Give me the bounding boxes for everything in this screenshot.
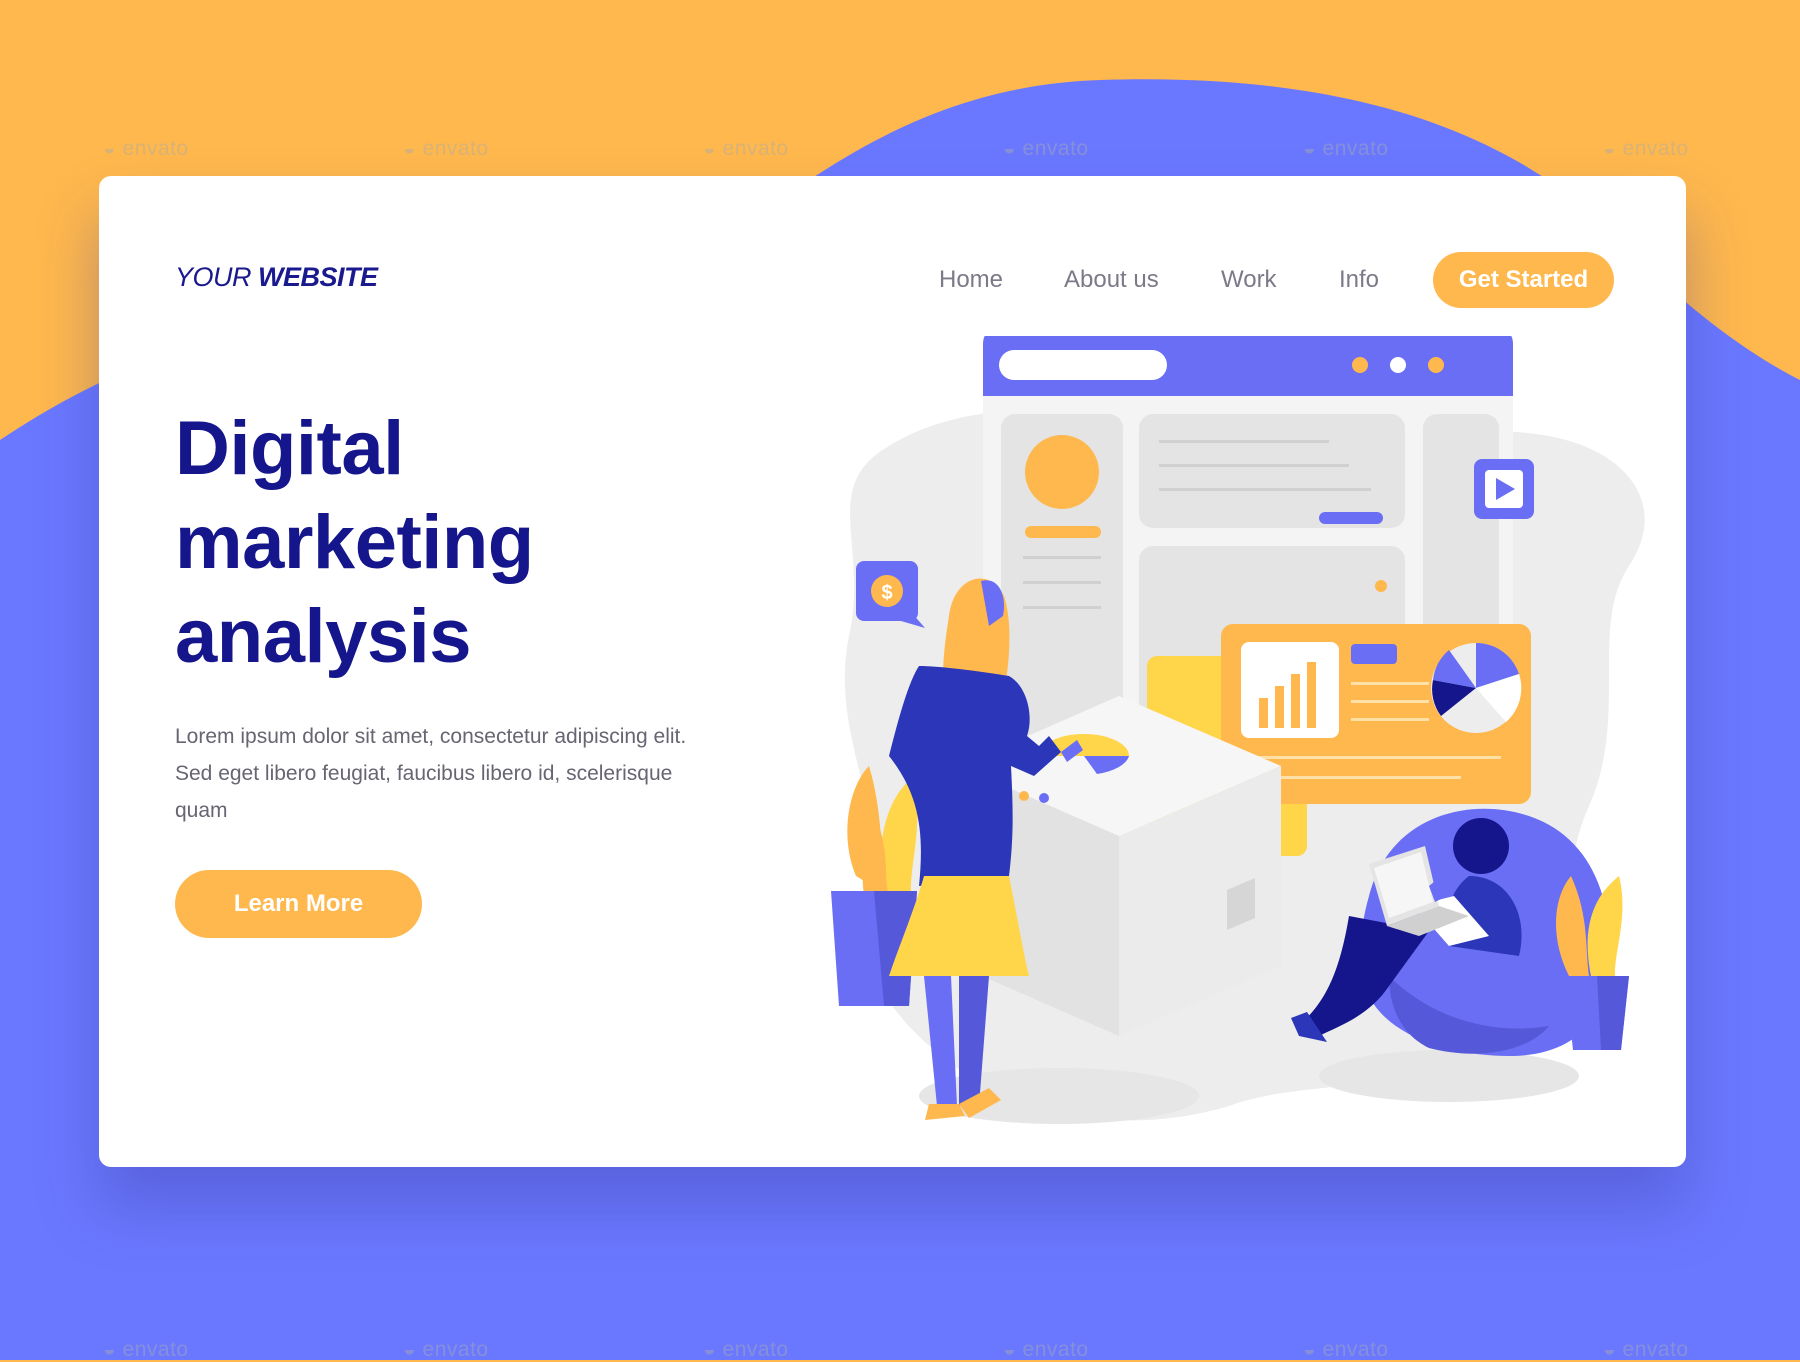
dollar-icon: $ [856, 561, 925, 628]
hero-title-line: Digital [175, 406, 404, 491]
nav-about-us[interactable]: About us [1064, 266, 1159, 294]
nav-info[interactable]: Info [1339, 266, 1379, 294]
pie-chart-icon [1431, 642, 1522, 733]
play-icon [1474, 459, 1534, 519]
learn-more-button[interactable]: Learn More [175, 870, 422, 938]
get-started-button[interactable]: Get Started [1433, 252, 1614, 308]
hero-title-line: marketing [175, 500, 534, 585]
bar-chart-icon [1241, 642, 1339, 738]
hero-title-line: analysis [175, 594, 472, 679]
svg-text:$: $ [881, 582, 892, 604]
hero-title: Digital marketing analysis [175, 402, 735, 684]
hero-illustration: $ [831, 336, 1645, 1124]
nav-work[interactable]: Work [1221, 266, 1277, 294]
nav-home[interactable]: Home [939, 266, 1003, 294]
landing-page-card: YOUR WEBSITE Home About us Work Info Get… [99, 176, 1686, 1167]
hero-description: Lorem ipsum dolor sit amet, consectetur … [175, 725, 687, 822]
